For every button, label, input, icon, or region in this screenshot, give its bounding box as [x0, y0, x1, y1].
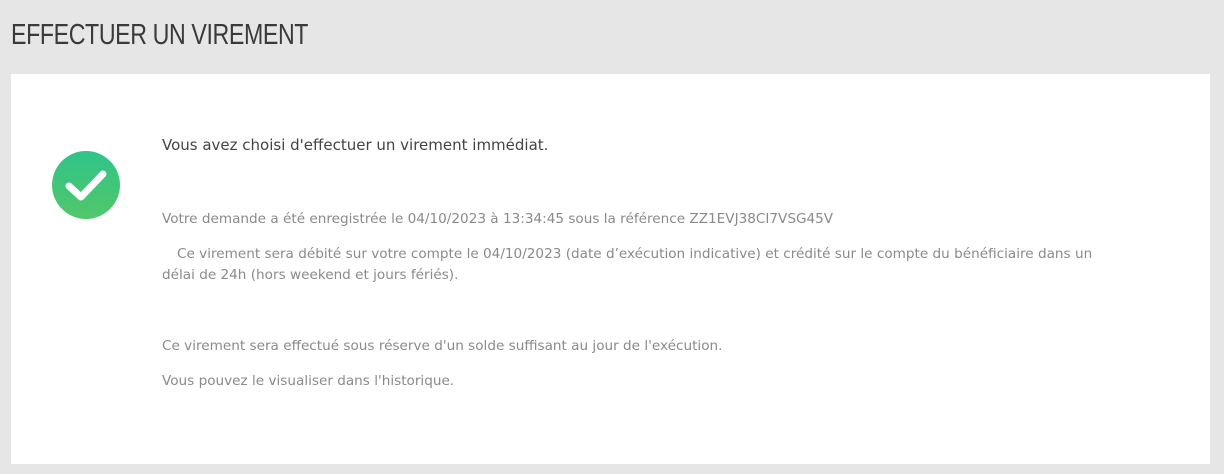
- registration-info: Votre demande a été enregistrée le 04/10…: [162, 211, 834, 227]
- reserve-note: Ce virement sera effectué sous réserve d…: [162, 338, 723, 354]
- confirmation-headline: Vous avez choisi d'effectuer un virement…: [162, 136, 549, 154]
- debit-info: Ce virement sera débité sur votre compte…: [162, 246, 1093, 283]
- confirmation-panel: Vous avez choisi d'effectuer un virement…: [11, 74, 1210, 464]
- check-circle-icon: [52, 151, 120, 219]
- history-note: Vous pouvez le visualiser dans l'histori…: [162, 373, 455, 389]
- page-title: EFFECTUER UN VIREMENT: [11, 19, 309, 51]
